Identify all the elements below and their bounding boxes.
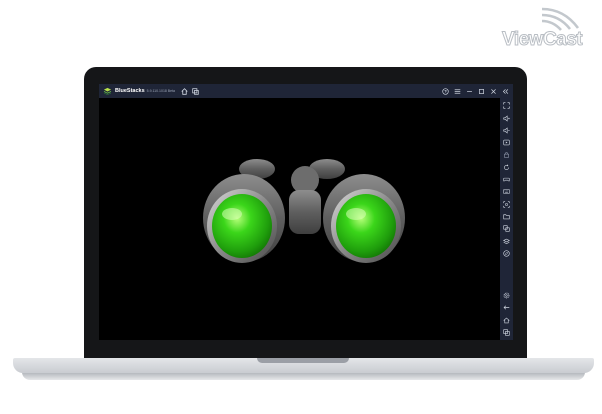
home-icon[interactable]: [180, 87, 189, 96]
help-icon[interactable]: [441, 87, 450, 96]
multi-instance-icon[interactable]: [191, 87, 200, 96]
binoculars-logo: [203, 159, 405, 263]
close-icon[interactable]: [489, 87, 498, 96]
maximize-icon[interactable]: [477, 87, 486, 96]
right-sidebar: [500, 98, 513, 340]
app-title: BlueStacks: [115, 88, 145, 94]
minimize-icon[interactable]: [465, 87, 474, 96]
viewcast-watermark: ViewCast: [498, 4, 598, 52]
copy-icon[interactable]: [502, 224, 511, 233]
menu-icon[interactable]: [453, 87, 462, 96]
volume-up-icon[interactable]: [502, 114, 511, 123]
back-icon[interactable]: [502, 303, 511, 312]
home-icon[interactable]: [502, 316, 511, 325]
volume-down-icon[interactable]: [502, 126, 511, 135]
recent-apps-icon[interactable]: [502, 328, 511, 337]
eco-icon[interactable]: [502, 249, 511, 258]
bluestacks-logo-icon: [103, 87, 112, 95]
bluestacks-window: BlueStacks 5.9.110.1018 Beta: [99, 84, 513, 340]
laptop-notch: [257, 358, 349, 363]
rotate-icon[interactable]: [502, 163, 511, 172]
laptop-base-shadow: [22, 372, 585, 380]
folder-icon[interactable]: [502, 212, 511, 221]
settings-icon[interactable]: [502, 291, 511, 300]
fullscreen-icon[interactable]: [502, 101, 511, 110]
gamepad-icon[interactable]: [502, 175, 511, 184]
titlebar[interactable]: BlueStacks 5.9.110.1018 Beta: [99, 84, 513, 98]
layers-icon[interactable]: [502, 237, 511, 246]
signal-arcs-icon: [541, 7, 580, 31]
collapse-icon[interactable]: [501, 87, 510, 96]
keyboard-icon[interactable]: [502, 187, 511, 196]
app-version: 5.9.110.1018 Beta: [146, 89, 176, 93]
lock-icon[interactable]: [502, 150, 511, 159]
screenshot-icon[interactable]: [502, 200, 511, 209]
watermark-text: ViewCast: [501, 29, 583, 51]
app-viewport[interactable]: [99, 98, 500, 340]
screen-record-icon[interactable]: [502, 138, 511, 147]
